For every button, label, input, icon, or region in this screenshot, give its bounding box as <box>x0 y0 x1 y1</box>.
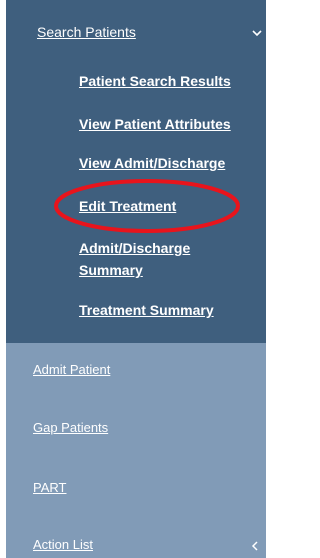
sidebar-item-part[interactable]: PART <box>33 480 66 495</box>
subnav-view-patient-attributes[interactable]: View Patient Attributes <box>79 113 231 135</box>
chevron-left-icon <box>251 541 258 551</box>
sidebar-nav: Search Patients Patient Search Results V… <box>6 0 266 558</box>
subnav-patient-search-results[interactable]: Patient Search Results <box>79 70 231 92</box>
sidebar-item-search-patients[interactable]: Search Patients <box>37 24 262 44</box>
subnav-edit-treatment[interactable]: Edit Treatment <box>79 195 176 217</box>
subnav-treatment-summary[interactable]: Treatment Summary <box>79 299 214 321</box>
chevron-down-icon <box>252 30 262 37</box>
sidebar-item-label[interactable]: Action List <box>33 537 93 552</box>
main-nav-panel: Admit Patient Gap Patients PART Action L… <box>6 343 266 558</box>
sidebar-item-gap-patients[interactable]: Gap Patients <box>33 420 108 435</box>
search-patients-panel: Search Patients Patient Search Results V… <box>6 0 266 343</box>
sidebar-item-admit-patient[interactable]: Admit Patient <box>33 362 110 377</box>
sidebar-item-label: Search Patients <box>37 24 136 40</box>
subnav-view-admit-discharge[interactable]: View Admit/Discharge <box>79 152 225 174</box>
subnav-admit-discharge-summary[interactable]: Admit/Discharge Summary <box>79 237 239 281</box>
